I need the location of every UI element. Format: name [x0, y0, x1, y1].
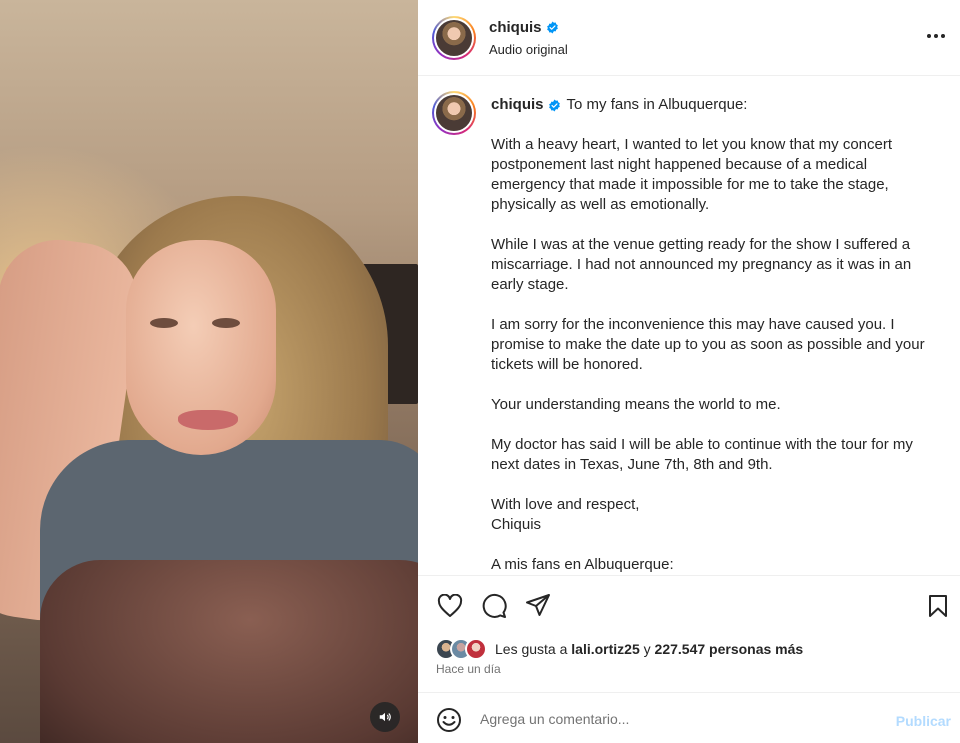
avatar[interactable]	[432, 16, 476, 60]
media-sofa	[40, 560, 418, 743]
header-username[interactable]: chiquis	[489, 19, 542, 36]
comment-input[interactable]	[480, 706, 880, 732]
post-media[interactable]	[0, 0, 418, 743]
more-options-icon	[927, 34, 945, 38]
speaker-icon	[379, 712, 391, 722]
save-button[interactable]	[924, 592, 952, 620]
verified-badge-icon	[548, 99, 560, 111]
media-mouth	[178, 410, 238, 430]
share-button[interactable]	[524, 592, 552, 620]
likes-conjunction: y	[643, 641, 651, 657]
likes-others-link[interactable]: 227.547 personas más	[655, 641, 804, 657]
sound-toggle-button[interactable]	[370, 702, 400, 732]
caption: chiquis To my fans in Albuquerque: With …	[491, 95, 941, 575]
caption-paragraph: My doctor has said I will be able to con…	[491, 436, 913, 473]
header-name-row: chiquis	[489, 19, 559, 36]
caption-first-line: chiquis To my fans in Albuquerque:	[491, 95, 941, 115]
caption-paragraph: Your understanding means the world to me…	[491, 396, 781, 413]
caption-username[interactable]: chiquis	[491, 95, 544, 115]
emoji-icon[interactable]	[436, 707, 462, 733]
caption-paragraph: While I was at the venue getting ready f…	[491, 236, 912, 293]
post-actions: Les gusta a lali.ortiz25 y 227.547 perso…	[418, 575, 960, 692]
caption-intro: To my fans in Albuquerque:	[566, 96, 748, 113]
more-options-button[interactable]	[922, 22, 950, 50]
caption-avatar[interactable]	[432, 91, 476, 135]
action-icons	[436, 592, 552, 620]
post-header: chiquis Audio original	[418, 0, 960, 76]
heart-icon	[437, 594, 463, 617]
media-eye-left	[150, 318, 178, 328]
comment-bar: Publicar	[418, 692, 960, 743]
publish-button[interactable]: Publicar	[896, 713, 951, 729]
caption-paragraph: I am sorry for the inconvenience this ma…	[491, 316, 925, 373]
comment-icon	[482, 593, 507, 618]
post-timestamp[interactable]: Hace un día	[436, 662, 501, 676]
caption-paragraph: A mis fans en Albuquerque:	[491, 556, 674, 573]
likers-avatars[interactable]	[435, 638, 491, 660]
avatar	[465, 638, 487, 660]
media-eye-right	[212, 318, 240, 328]
likes-prefix: Les gusta a	[495, 641, 568, 657]
likes-summary: Les gusta a lali.ortiz25 y 227.547 perso…	[435, 638, 803, 660]
comment-button[interactable]	[480, 592, 508, 620]
audio-label[interactable]: Audio original	[489, 42, 568, 57]
liker-username-link[interactable]: lali.ortiz25	[571, 641, 639, 657]
post-side-panel: chiquis Audio original chiquis To my fan…	[418, 0, 960, 743]
caption-paragraph: With a heavy heart, I wanted to let you …	[491, 136, 893, 213]
verified-badge-icon	[546, 21, 558, 34]
bookmark-icon	[929, 595, 947, 617]
caption-paragraph: With love and respect, Chiquis	[491, 496, 640, 533]
caption-area: chiquis To my fans in Albuquerque: With …	[418, 77, 960, 575]
like-button[interactable]	[436, 592, 464, 620]
share-icon	[526, 594, 550, 616]
